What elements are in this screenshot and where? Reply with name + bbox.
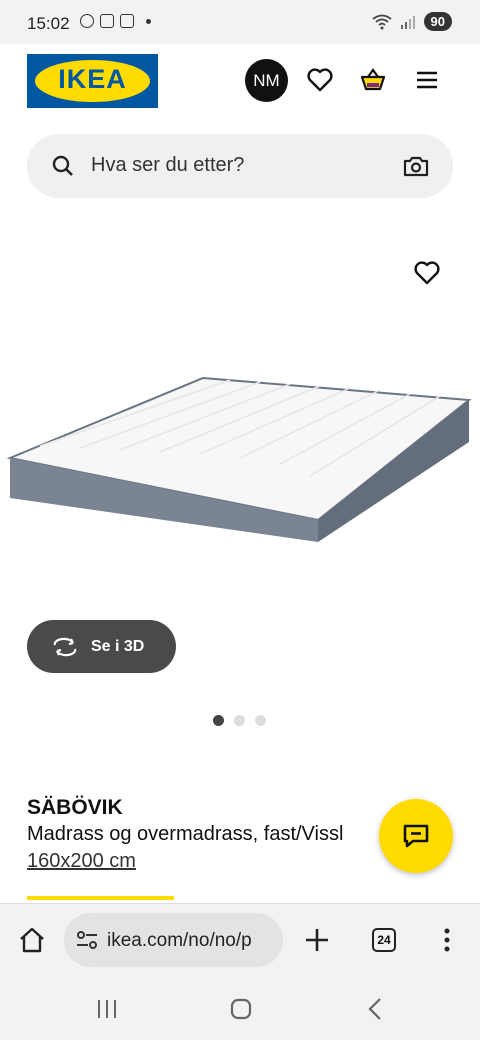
- battery-indicator: 90: [423, 12, 452, 31]
- image-carousel-dots[interactable]: [213, 715, 266, 726]
- site-header: IKEA NM: [0, 44, 480, 128]
- carousel-dot[interactable]: [255, 715, 266, 726]
- home-icon[interactable]: [18, 926, 46, 954]
- url-text[interactable]: ikea.com/no/no/p: [107, 930, 277, 952]
- chrome-notification-icon: [80, 14, 94, 28]
- camera-icon[interactable]: [403, 154, 429, 178]
- system-nav-bar: [0, 977, 480, 1040]
- plus-icon[interactable]: [304, 927, 330, 953]
- view-3d-button[interactable]: Se i 3D: [27, 620, 176, 673]
- wifi-icon: [371, 14, 392, 29]
- product-size-link[interactable]: 160x200 cm: [27, 850, 136, 873]
- tab-switcher-button[interactable]: 24: [372, 928, 396, 952]
- rotate-3d-icon: [53, 637, 77, 656]
- address-bar[interactable]: ikea.com/no/no/p: [64, 913, 283, 967]
- view-3d-label: Se i 3D: [91, 637, 145, 655]
- status-time: 15:02: [27, 14, 70, 33]
- search-icon[interactable]: [51, 154, 75, 178]
- instagram-notification-icon: [120, 14, 134, 28]
- basket-icon[interactable]: [359, 66, 387, 94]
- product-description: Madrass og overmadrass, fast/Vissl: [27, 823, 344, 845]
- signal-icon: [400, 15, 415, 29]
- site-settings-icon[interactable]: [76, 930, 98, 950]
- status-notification-icons: [80, 14, 151, 28]
- more-notifications-icon: [146, 18, 151, 24]
- search-input[interactable]: Hva ser du etter?: [91, 154, 244, 177]
- more-icon[interactable]: [441, 927, 453, 953]
- carousel-dot[interactable]: [213, 715, 224, 726]
- screenshot-notification-icon: [100, 14, 114, 28]
- recent-apps-icon[interactable]: [96, 998, 118, 1020]
- home-nav-icon[interactable]: [229, 997, 253, 1021]
- menu-icon[interactable]: [413, 66, 441, 94]
- browser-toolbar: ikea.com/no/no/p 24: [0, 903, 480, 977]
- chat-icon: [403, 824, 429, 848]
- heart-icon[interactable]: [306, 66, 334, 94]
- logo-text: IKEA: [58, 64, 127, 94]
- ikea-logo[interactable]: IKEA: [27, 54, 158, 108]
- carousel-dot[interactable]: [234, 715, 245, 726]
- search-bar[interactable]: Hva ser du etter?: [27, 134, 453, 198]
- chat-button[interactable]: [379, 799, 453, 873]
- price-highlight-bar: [27, 896, 174, 900]
- favourite-product-icon[interactable]: [413, 259, 441, 287]
- product-name: SÄBÖVIK: [27, 796, 123, 819]
- status-right: 90: [371, 12, 452, 31]
- status-bar: 15:02 90: [0, 0, 480, 44]
- back-icon[interactable]: [366, 997, 384, 1021]
- avatar[interactable]: NM: [245, 59, 288, 102]
